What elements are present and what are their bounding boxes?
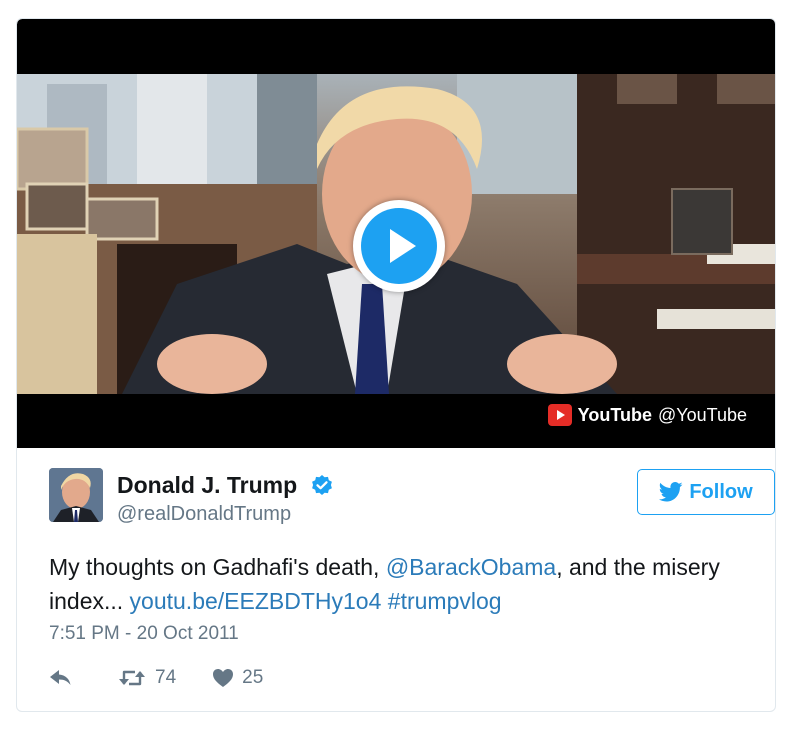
retweet-count: 74 [155, 667, 177, 688]
hashtag-link[interactable]: #trumpvlog [388, 588, 502, 614]
author-info[interactable]: Donald J. Trump @realDonaldTrump [117, 472, 334, 526]
heart-icon [213, 669, 234, 687]
tweet-text-part1: My thoughts on Gadhafi's death, [49, 554, 386, 580]
author-handle[interactable]: @realDonaldTrump [117, 503, 334, 526]
tweet-header: Donald J. Trump @realDonaldTrump Follow [49, 468, 775, 528]
youtube-attribution[interactable]: YouTube @YouTube [547, 403, 747, 427]
tweet-actions: 74 25 [49, 663, 299, 693]
play-icon-circle [361, 208, 437, 284]
twitter-bird-icon [659, 482, 683, 502]
avatar[interactable] [49, 468, 103, 522]
video-player[interactable]: YouTube @YouTube [17, 19, 775, 448]
follow-label: Follow [689, 480, 753, 503]
like-count: 25 [242, 667, 264, 688]
mention-link[interactable]: @BarackObama [386, 554, 556, 580]
provider-name: YouTube [577, 404, 652, 425]
reply-icon [50, 670, 71, 685]
retweet-button[interactable]: 74 [117, 667, 176, 689]
verified-badge-icon [311, 474, 332, 495]
play-button[interactable] [353, 200, 445, 292]
url-link[interactable]: youtu.be/EEZBDTHy1o4 [130, 588, 382, 614]
follow-button[interactable]: Follow [637, 469, 775, 515]
author-name[interactable]: Donald J. Trump [117, 472, 297, 499]
play-icon [390, 229, 416, 263]
retweet-icon [119, 670, 145, 686]
provider-handle[interactable]: @YouTube [658, 405, 747, 426]
reply-button[interactable] [49, 668, 81, 688]
tweet-timestamp[interactable]: 7:51 PM - 20 Oct 2011 [49, 623, 239, 645]
like-button[interactable]: 25 [212, 667, 263, 689]
tweet-text: My thoughts on Gadhafi's death, @BarackO… [49, 550, 749, 618]
embedded-tweet-card: YouTube @YouTube Donald J. Trump @realDo… [16, 18, 776, 712]
youtube-logo-icon [547, 404, 572, 426]
